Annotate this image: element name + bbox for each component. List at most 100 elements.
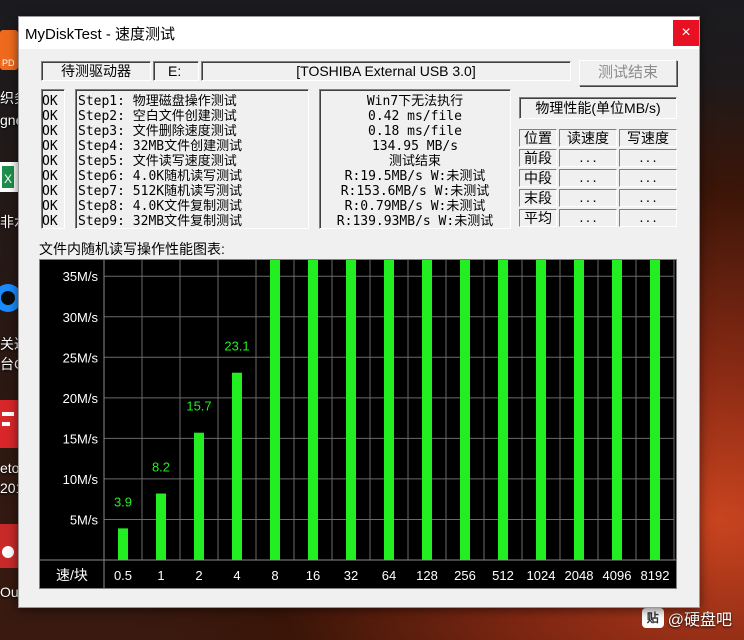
x-tick-label: 4096 xyxy=(603,568,632,583)
end-test-button[interactable]: 测试结束 xyxy=(579,60,677,86)
perf-position: 前段 xyxy=(519,149,557,167)
chart-bar xyxy=(346,260,356,560)
red-app-icon[interactable] xyxy=(0,398,18,450)
chart-bar xyxy=(232,372,242,560)
perf-read: ... xyxy=(559,209,617,227)
chart-title: 文件内随机读写操作性能图表: xyxy=(39,241,225,257)
x-tick-label: 8192 xyxy=(641,568,670,583)
bar-data-label: 3.9 xyxy=(114,494,132,509)
step-result: R:0.79MB/s W:未测试 xyxy=(344,199,486,214)
svg-text:X: X xyxy=(4,172,12,186)
chart-bar xyxy=(384,260,394,560)
svg-text:PD: PD xyxy=(2,58,15,68)
y-tick-label: 5M/s xyxy=(70,512,99,527)
chart-bar xyxy=(422,260,432,560)
perf-read: ... xyxy=(559,149,617,167)
watermark: 贴 @硬盘吧 xyxy=(641,606,732,630)
step-result: 0.18 ms/file xyxy=(368,124,462,139)
chart-bar xyxy=(270,260,280,560)
x-tick-label: 2048 xyxy=(565,568,594,583)
chart-bar xyxy=(536,260,546,560)
step-name-list: Step1: 物理磁盘操作测试 Step2: 空白文件创建测试 Step3: 文… xyxy=(75,89,309,229)
perf-header: 写速度 xyxy=(619,129,677,147)
step-status-list: OK OK OK OK OK OK OK OK OK xyxy=(41,89,65,229)
step-status: OK xyxy=(42,94,58,109)
y-tick-label: 10M/s xyxy=(63,472,99,487)
y-tick-label: 15M/s xyxy=(63,431,99,446)
perf-read: ... xyxy=(559,169,617,187)
step-name: Step2: 空白文件创建测试 xyxy=(78,109,237,124)
chart-bar xyxy=(156,493,166,560)
pdf-app-icon[interactable]: PD xyxy=(0,26,18,76)
title-bar[interactable]: MyDiskTest - 速度测试 × xyxy=(19,17,699,49)
chat-app-icon[interactable] xyxy=(0,270,22,330)
step-status: OK xyxy=(42,139,58,154)
perf-position: 末段 xyxy=(519,189,557,207)
perf-write: ... xyxy=(619,149,677,167)
step-result: R:139.93MB/s W:未测试 xyxy=(336,214,494,229)
step-name: Step3: 文件删除速度测试 xyxy=(78,124,237,139)
step-result-list: Win7下无法执行 0.42 ms/file 0.18 ms/file 134.… xyxy=(319,89,511,229)
y-tick-label: 35M/s xyxy=(63,269,99,284)
x-tick-label: 64 xyxy=(382,568,396,583)
x-tick-label: 1024 xyxy=(527,568,556,583)
x-tick-label: 1 xyxy=(157,568,164,583)
step-status: OK xyxy=(42,214,58,229)
step-status: OK xyxy=(42,184,58,199)
drive-name: [TOSHIBA External USB 3.0] xyxy=(201,61,571,81)
chart-bar xyxy=(612,260,622,560)
step-status: OK xyxy=(42,154,58,169)
step-status: OK xyxy=(42,169,58,184)
spreadsheet-app-icon[interactable]: X xyxy=(0,158,18,198)
step-result: 测试结束 xyxy=(388,154,441,169)
chart-bar xyxy=(308,260,318,560)
y-tick-label: 30M/s xyxy=(63,310,99,325)
x-axis-label: 速/块 xyxy=(56,567,88,583)
perf-header: 读速度 xyxy=(559,129,617,147)
chart-bar xyxy=(460,260,470,560)
drive-label: 待测驱动器 xyxy=(41,61,151,81)
x-tick-label: 8 xyxy=(271,568,278,583)
step-result: R:19.5MB/s W:未测试 xyxy=(344,169,486,184)
step-result: 134.95 MB/s xyxy=(371,139,459,154)
bar-data-label: 23.1 xyxy=(224,339,249,354)
close-icon: × xyxy=(681,24,691,41)
disk-test-window: MyDiskTest - 速度测试 × 待测驱动器 E: [TOSHIBA Ex… xyxy=(18,16,700,608)
x-tick-label: 16 xyxy=(306,568,320,583)
step-name: Step5: 文件读写速度测试 xyxy=(78,154,237,169)
chart-frame: 5M/s 10M/s 15M/s 20M/s 25M/s 30M/s 35M/s 3.9 0.5… xyxy=(39,259,677,589)
watermark-text: @硬盘吧 xyxy=(667,612,732,629)
step-name: Step9: 32MB文件复制测试 xyxy=(78,214,243,229)
step-status: OK xyxy=(42,109,58,124)
chart-bar xyxy=(194,432,204,560)
step-name: Step6: 4.0K随机读写测试 xyxy=(78,169,243,184)
step-name: Step4: 32MB文件创建测试 xyxy=(78,139,243,154)
step-name: Step1: 物理磁盘操作测试 xyxy=(78,94,237,109)
step-name: Step7: 512K随机读写测试 xyxy=(78,184,243,199)
perf-position: 平均 xyxy=(519,209,557,227)
y-tick-label: 20M/s xyxy=(63,391,99,406)
chart-bar xyxy=(118,528,128,560)
chart-bar xyxy=(650,260,660,560)
bar-data-label: 8.2 xyxy=(152,460,170,475)
x-tick-label: 2 xyxy=(195,568,202,583)
y-tick-label: 25M/s xyxy=(63,350,99,365)
step-status: OK xyxy=(42,199,58,214)
step-result: Win7下无法执行 xyxy=(366,94,464,109)
random-io-chart: 5M/s 10M/s 15M/s 20M/s 25M/s 30M/s 35M/s 3.9 0.5… xyxy=(40,260,676,588)
document-app-icon[interactable] xyxy=(0,522,18,572)
close-button[interactable]: × xyxy=(673,20,699,46)
perf-write: ... xyxy=(619,189,677,207)
step-status: OK xyxy=(42,124,58,139)
x-tick-label: 32 xyxy=(344,568,358,583)
perf-write: ... xyxy=(619,209,677,227)
perf-position: 中段 xyxy=(519,169,557,187)
x-tick-label: 128 xyxy=(416,568,438,583)
watermark-badge: 贴 xyxy=(641,608,664,628)
perf-header: 位置 xyxy=(519,129,557,147)
bar-data-label: 15.7 xyxy=(186,399,211,414)
perf-title: 物理性能(单位MB/s) xyxy=(519,97,677,119)
step-result: R:153.6MB/s W:未测试 xyxy=(340,184,490,199)
x-tick-label: 0.5 xyxy=(114,568,132,583)
drive-letter: E: xyxy=(153,61,199,81)
